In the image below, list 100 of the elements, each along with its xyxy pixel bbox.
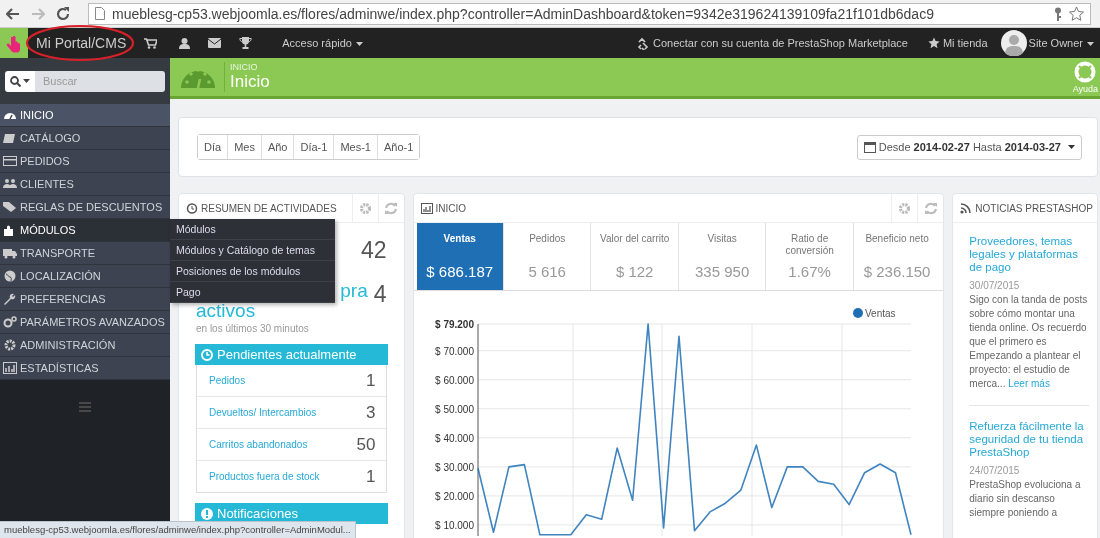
- reload-icon[interactable]: [56, 6, 70, 21]
- calendar-icon: [863, 141, 876, 153]
- kpi-label: Beneficio neto: [865, 233, 929, 245]
- cart-icon[interactable]: [144, 37, 158, 49]
- card-icon: [3, 155, 17, 167]
- sidebar-item[interactable]: MÓDULOS: [0, 219, 170, 242]
- marketplace-link[interactable]: Conectar con su cuenta de PrestaShop Marketplace: [636, 36, 908, 50]
- kpi-label: Ratio de conversión: [784, 233, 835, 257]
- axis-label: $ 79.200: [434, 319, 474, 330]
- kpi-label: Visitas: [707, 233, 737, 245]
- trophy-icon[interactable]: [239, 37, 253, 49]
- date-range-button[interactable]: Desde 2014-02-27 Hasta 2014-03-27: [856, 134, 1082, 160]
- wrench-icon: [3, 293, 17, 305]
- sidebar-item[interactable]: PREFERENCIAS: [0, 288, 170, 311]
- gears-icon: [3, 316, 17, 328]
- panel-title: INICIO: [420, 202, 467, 214]
- star-icon: [927, 37, 940, 49]
- kpi-value: $ 122: [615, 263, 654, 280]
- gear-icon: [3, 339, 17, 351]
- my-shop-text: Mi tienda: [942, 37, 988, 49]
- clock-icon: [201, 348, 213, 361]
- clock-icon: [186, 202, 198, 214]
- kpi-label: Valor del carrito: [600, 233, 670, 245]
- news-excerpt: PrestaShop evoluciona a diario sin descanso siempre poniendo a: [969, 478, 1082, 520]
- kpi-tab[interactable]: Beneficio neto $ 236.150: [853, 223, 941, 290]
- my-shop-link[interactable]: Mi tienda: [927, 37, 988, 49]
- panel-title: NOTICIAS PRESTASHOP: [960, 202, 1093, 214]
- kpi-value: $ 686.187: [426, 263, 494, 280]
- user-icon[interactable]: [179, 37, 191, 49]
- refresh-icon: [923, 201, 938, 215]
- sidebar-item[interactable]: PEDIDOS: [0, 150, 170, 173]
- quick-access-menu[interactable]: Acceso rápido: [282, 37, 363, 49]
- axis-label: $ 70.000: [434, 345, 474, 357]
- kpi-tab[interactable]: Visitas 335 950: [678, 223, 767, 290]
- avatar-icon: [1000, 30, 1027, 56]
- section-title: Pendientes actualmente: [217, 347, 357, 362]
- kpi-tab[interactable]: Valor del carrito $ 122: [591, 223, 679, 290]
- alert-icon: [201, 507, 213, 520]
- page-icon: [95, 7, 105, 20]
- kpi-label: Ventas: [443, 233, 476, 245]
- kpi-value: $ 236.150: [863, 263, 931, 280]
- kpi-label: Pedidos: [529, 233, 566, 245]
- sidebar-item[interactable]: CATÁLOGO: [0, 127, 170, 150]
- sidebar-item[interactable]: ESTADÍSTICAS: [0, 357, 170, 380]
- search-field[interactable]: Buscar: [35, 70, 165, 92]
- address-bar[interactable]: mueblesg-cp53.webjoomla.es/flores/adminwe/index.php?controller=AdminDashboard&token=9342e319624139109fa21f101db6dac9: [88, 2, 1091, 25]
- kpi-value: 5 616: [528, 263, 566, 280]
- news-date: 24/07/2015: [969, 465, 1021, 476]
- axis-label: $ 50.000: [434, 403, 474, 415]
- section-title: Notificaciones: [217, 506, 298, 521]
- period-button[interactable]: Día: [198, 135, 229, 159]
- stat-value: 4: [373, 281, 387, 307]
- sidebar-item[interactable]: TRANSPORTE: [0, 242, 170, 265]
- tag-icon: [3, 201, 17, 213]
- legend-label: Ventas: [864, 308, 896, 319]
- caret-icon: [355, 42, 363, 47]
- caret-icon: [1087, 42, 1094, 47]
- user-menu[interactable]: Site Owner: [1028, 37, 1094, 49]
- kpi-value: 335 950: [695, 263, 750, 280]
- sidebar-item[interactable]: CLIENTES: [0, 173, 170, 196]
- axis-label: $ 20.000: [434, 490, 474, 502]
- truck-icon: [3, 247, 17, 259]
- url-text: mueblesg-cp53.webjoomla.es/flores/adminwe/index.php?controller=AdminDashboard&token=9342e319624139109fa21f101db6dac9: [112, 5, 934, 22]
- pending-count: 50: [356, 434, 376, 455]
- caret-icon: [1068, 145, 1075, 149]
- axis-label: $ 40.000: [434, 432, 474, 444]
- news-excerpt: Sigo con la tanda de posts sobre cómo montar una tienda online. Os recuerdo que el primero es Empezando a plantear el proyecto: el estudio de merca... Leer más: [969, 293, 1089, 391]
- chart-icon: [3, 362, 17, 374]
- kpi-value: 1.67%: [788, 263, 831, 280]
- sidebar-item[interactable]: ADMINISTRACIÓN: [0, 334, 170, 357]
- pending-count: 1: [366, 370, 376, 391]
- pending-count: 3: [366, 402, 376, 423]
- kpi-tab[interactable]: Ventas $ 686.187: [416, 223, 504, 290]
- status-bar: mueblesg-cp53.webjoomla.es/flores/adminwe/index.php?controller=AdminModul...: [0, 521, 356, 538]
- caret-icon: [23, 79, 30, 83]
- back-icon[interactable]: [6, 7, 20, 20]
- search-button[interactable]: [5, 70, 35, 92]
- settings-icon: [358, 201, 372, 215]
- stat-label: activos: [196, 301, 256, 320]
- pending-count: 1: [366, 466, 376, 487]
- kpi-tab[interactable]: Ratio de conversión 1.67%: [766, 223, 854, 290]
- envelope-icon[interactable]: [208, 38, 222, 48]
- refresh-icon: [384, 201, 398, 215]
- marketplace-text: Conectar con su cuenta de PrestaShop Marketplace: [652, 37, 908, 49]
- axis-label: $ 30.000: [434, 461, 474, 473]
- settings-icon: [898, 201, 912, 215]
- sidebar-item[interactable]: REGLAS DE DESCUENTOS: [0, 196, 170, 219]
- stat-subtitle: en los últimos 30 minutos: [196, 323, 310, 334]
- stat-label: pra: [340, 281, 368, 300]
- panel-title: RESUMEN DE ACTIVIDADES: [186, 202, 337, 214]
- search-icon: [10, 75, 21, 87]
- star-icon[interactable]: [1069, 6, 1084, 21]
- key-icon[interactable]: [1054, 6, 1062, 21]
- sidebar-item[interactable]: LOCALIZACIÓN: [0, 265, 170, 288]
- sidebar-item[interactable]: PARÁMETROS AVANZADOS: [0, 311, 170, 334]
- sidebar-item[interactable]: INICIO: [0, 104, 170, 127]
- axis-label: $ 60.000: [434, 374, 474, 386]
- kpi-tab[interactable]: Pedidos 5 616: [503, 223, 592, 290]
- axis-label: $ 10.000: [434, 519, 474, 531]
- page-title: Inicio: [230, 72, 270, 92]
